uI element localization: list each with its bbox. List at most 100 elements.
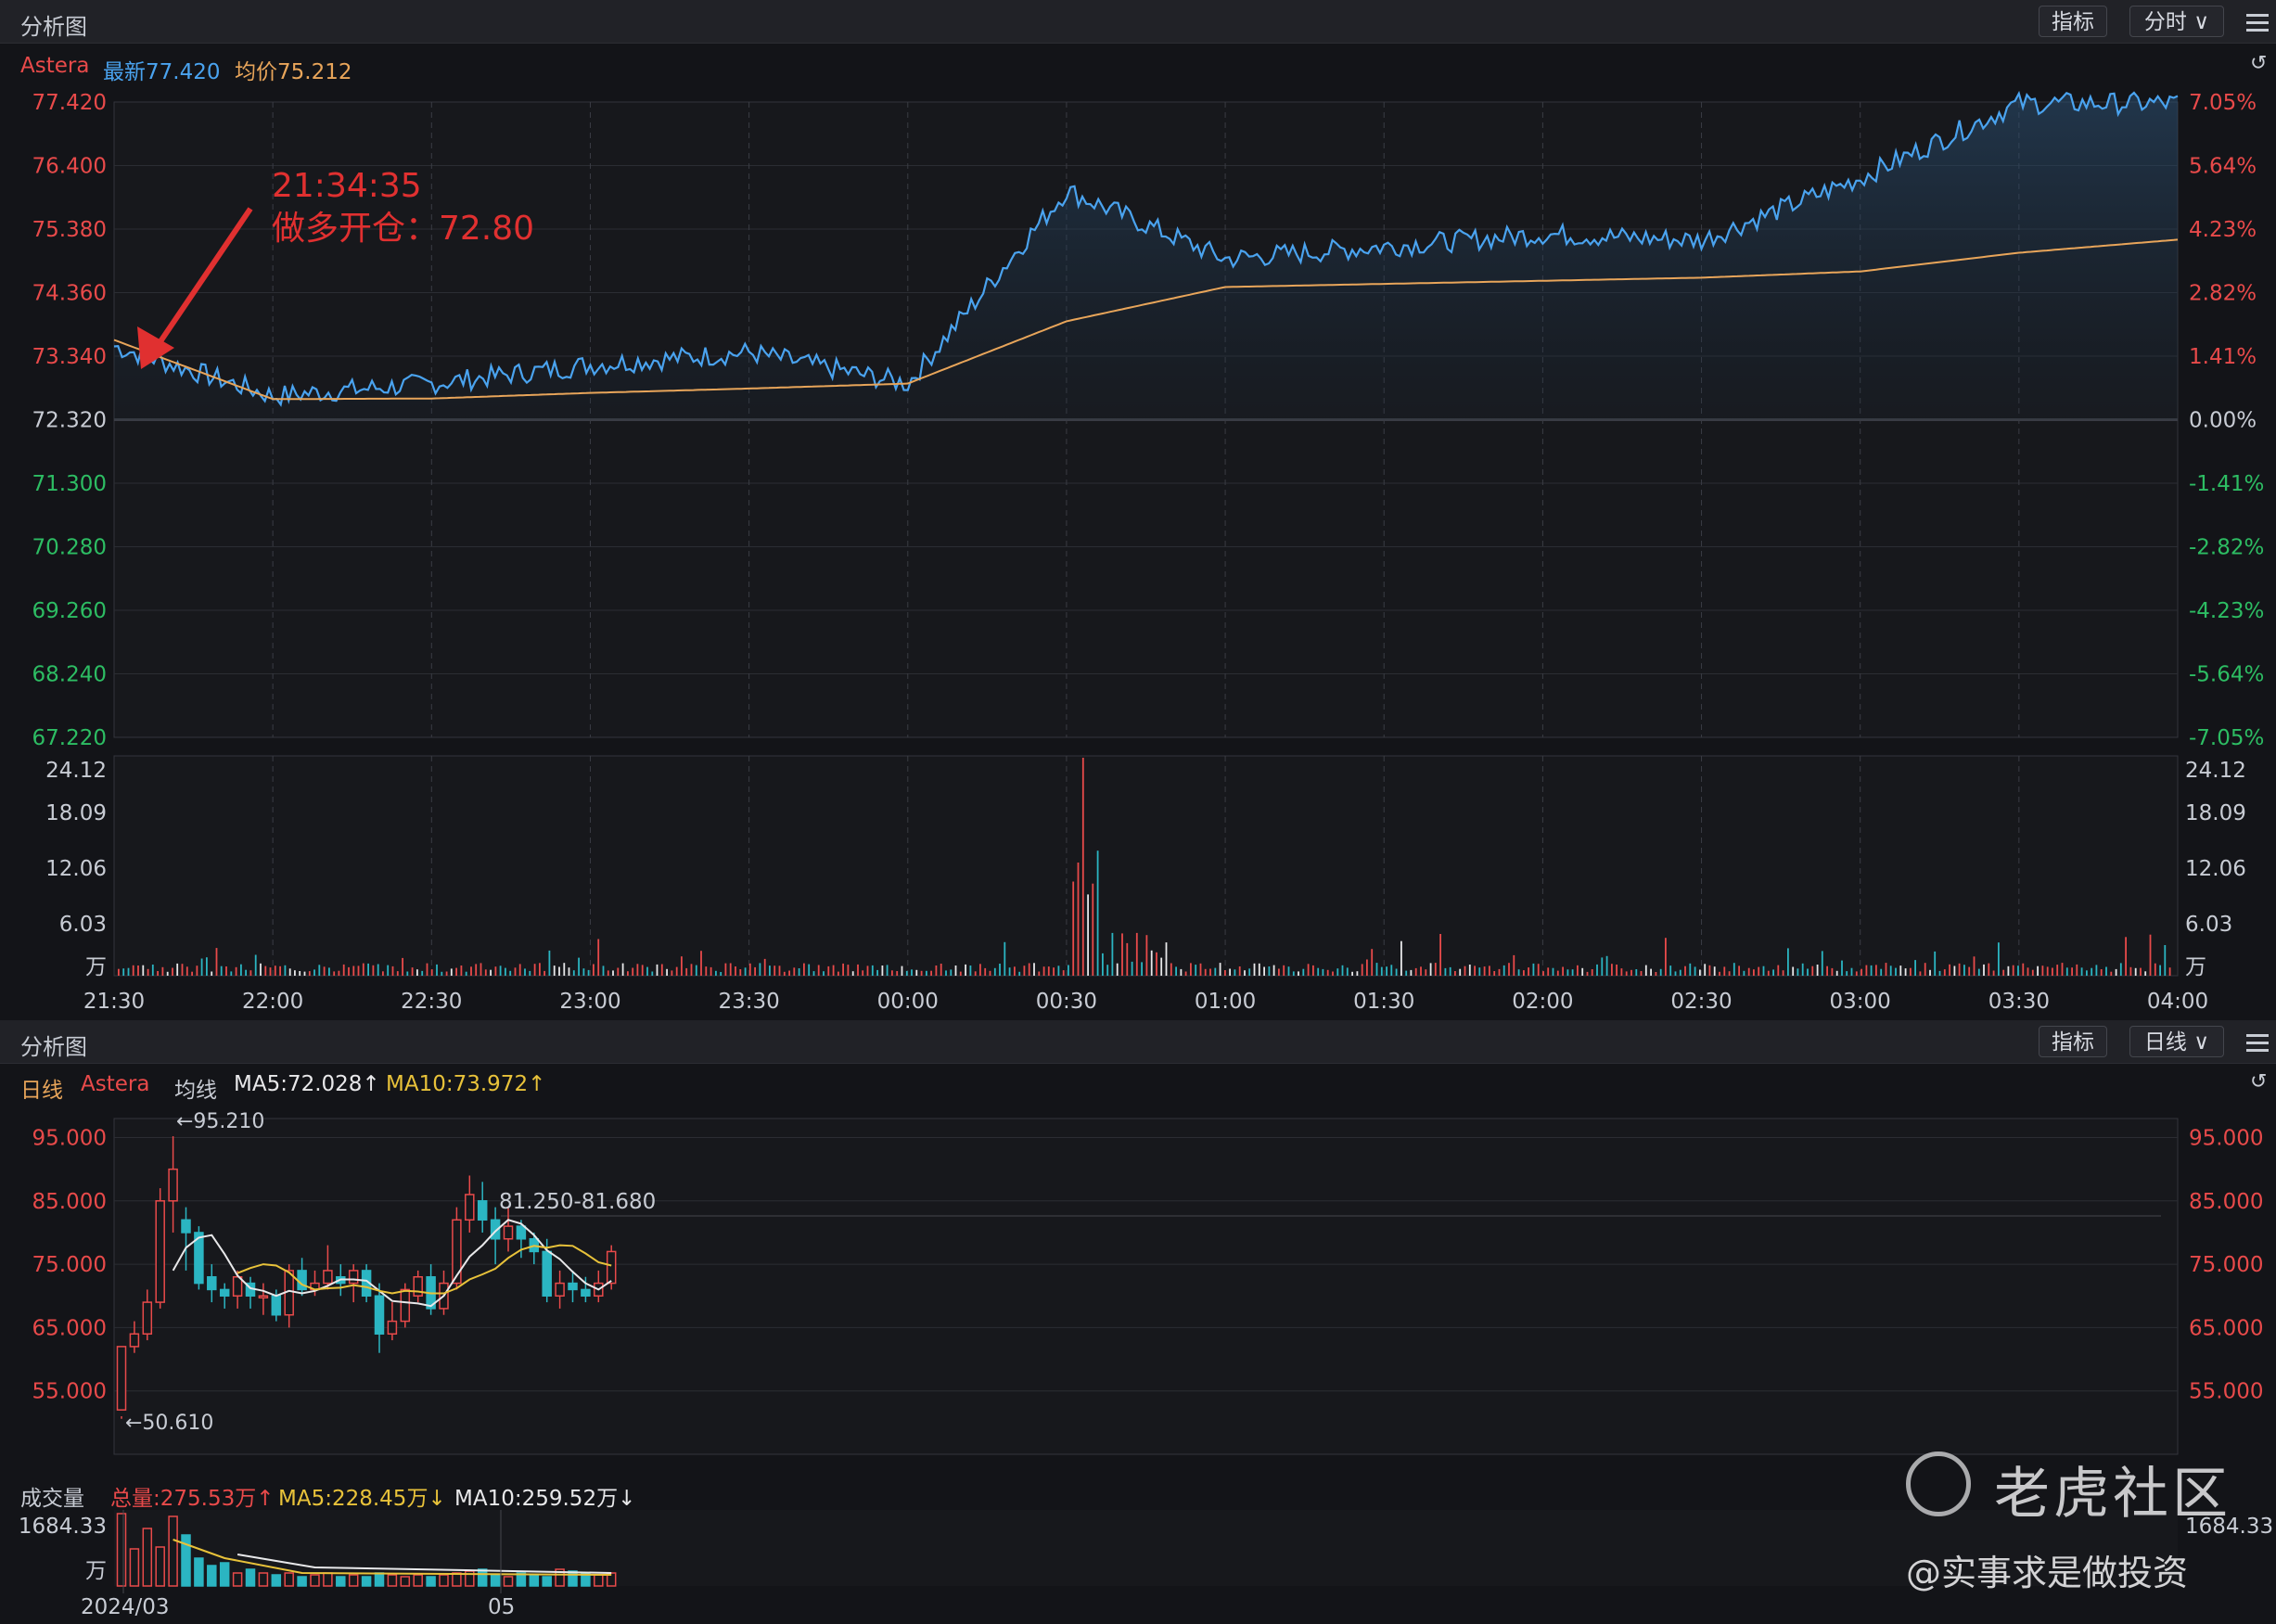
volume-bar [862,970,864,976]
volume-bar [396,971,399,976]
top-indicator-button[interactable]: 指标 [2039,6,2107,37]
volume-bar [176,963,179,976]
volume-bar [1758,966,1760,976]
volume-bar [299,971,301,976]
volume-bar [700,951,702,976]
volume-bar [2149,934,2152,976]
volume-bar [838,971,839,976]
top-menu-icon[interactable] [2246,9,2269,33]
volume-bar [529,970,531,976]
candle [503,1225,514,1240]
volume-bar [1914,960,1916,976]
vol-tick-right: 万 [2185,955,2206,979]
volume-bar [685,967,688,976]
daily-volume-bar [568,1570,578,1587]
volume-bar [1439,934,1441,976]
top-period-dropdown[interactable]: 分时 ∨ [2129,6,2224,37]
daily-price-tick-right: 55.000 [2189,1380,2263,1404]
candle [581,1288,591,1297]
volume-bar [1998,942,2000,976]
volume-bar [505,967,506,976]
volume-bar [827,965,830,976]
volume-bar [284,965,287,976]
volume-bar [1414,967,1417,976]
volume-bar [1111,932,1114,976]
bottom-reset-icon[interactable]: ↺ [2250,1070,2270,1093]
volume-bar [1870,965,1873,976]
daily-volume-bar [529,1574,540,1587]
volume-bar [1983,964,1985,976]
volume-bar [211,971,213,976]
volume-bar [1753,969,1755,976]
volume-bar [455,967,457,976]
watermark-author: @实事求是做投资 [1906,1553,2189,1593]
daily-volume-bar [142,1528,153,1587]
volume-bar [1287,966,1290,976]
volume-bar [724,963,727,976]
volume-bar [1434,963,1437,976]
volume-bar [1268,966,1271,976]
volume-bar [1209,968,1211,976]
daily-volume-bar [594,1574,604,1587]
volume-bar [1258,963,1260,976]
volume-bar [1038,971,1041,976]
bottom-indicator-button[interactable]: 指标 [2039,1026,2107,1057]
volume-bar [1625,971,1628,976]
volume-bar [269,967,272,976]
latest-price: 最新77.420 [103,60,221,84]
volume-bar [1684,965,1686,976]
volume-bar [1821,951,1823,976]
volume-bar [1468,965,1471,976]
volume-bar [484,969,487,976]
volume-bar [926,970,927,976]
volume-bar [206,957,208,976]
bottom-menu-icon[interactable] [2246,1029,2269,1054]
volume-bar [1219,963,1221,976]
vol-tick-right: 18.09 [2185,801,2246,825]
volume-bar [402,957,403,976]
volume-bar [2012,965,2014,976]
price-tick: 69.260 [32,599,107,623]
watermark-brand: 老虎社区 [1994,1462,2231,1527]
volume-bar [1977,968,1980,976]
time-tick: 03:30 [1988,990,2050,1014]
top-reset-icon[interactable]: ↺ [2250,52,2270,75]
time-tick: 22:30 [401,990,462,1014]
volume-bar [1889,965,1892,976]
volume-bar [1062,970,1065,976]
volume-bar [318,965,321,976]
volume-bar [1807,968,1809,976]
volume-bar [1278,968,1280,976]
pct-tick: -5.64% [2189,663,2264,687]
volume-bar [357,965,360,976]
volume-bar [1762,965,1765,976]
bottom-period-dropdown[interactable]: 日线 ∨ [2129,1026,2224,1057]
volume-bar [979,964,981,976]
volume-bar [1743,970,1745,976]
price-tick: 68.240 [32,663,107,687]
time-tick: 03:00 [1830,990,1891,1014]
volume-bar [1283,965,1285,976]
daily-volume-bar [116,1513,127,1587]
volume-bar [851,971,854,976]
volume-bar [2027,967,2029,976]
volume-bar [1953,965,1956,976]
volume-bar [572,970,575,976]
volume-bar [1591,969,1593,976]
volume-bar [1772,969,1774,976]
volume-bar [1855,971,1858,976]
pct-tick: -7.05% [2189,726,2264,750]
candle [452,1219,462,1285]
candle [542,1250,552,1297]
volume-bar [1659,968,1662,976]
daily-price-tick: 85.000 [32,1190,107,1214]
volume-bar [1145,935,1148,976]
volume-bar [1885,963,1887,976]
volume-bar [1336,968,1339,976]
volume-bar [1517,969,1520,976]
volume-bar [172,967,173,976]
candle [374,1295,385,1335]
volume-bar [812,971,815,976]
top-symbol-name: Astera [20,54,90,78]
daily-volume-bar [245,1568,256,1587]
